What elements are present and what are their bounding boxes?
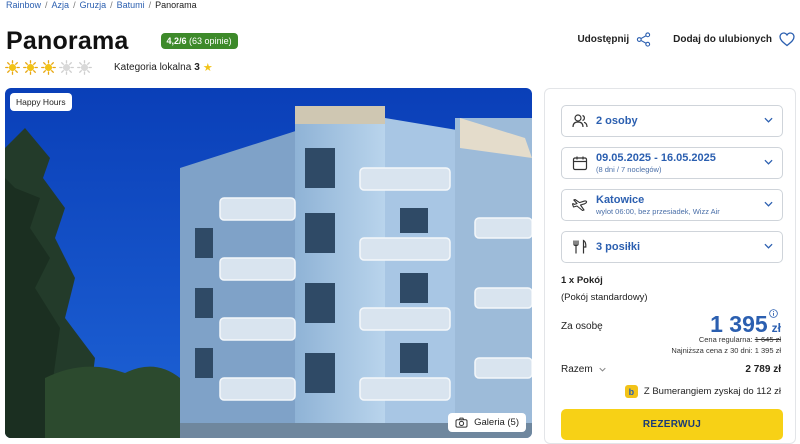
rating-count: (63 opinie): [189, 36, 232, 46]
breadcrumb-link-batumi[interactable]: Batumi: [117, 0, 145, 10]
heart-icon: [779, 32, 795, 47]
price-per-person: 1 395 zł: [710, 311, 781, 338]
booking-panel: 2 osoby 09.05.2025 - 16.05.2025 (8 dni /…: [544, 88, 796, 444]
dates-select[interactable]: 09.05.2025 - 16.05.2025 (8 dni / 7 nocle…: [561, 147, 783, 179]
sun-icon-filled: [41, 60, 56, 75]
breadcrumb: Rainbow / Azja / Gruzja / Batumi / Panorama: [6, 0, 197, 10]
persons-select[interactable]: 2 osoby: [561, 105, 783, 137]
chevron-down-icon: [764, 117, 773, 123]
share-icon: [636, 32, 651, 47]
meals-value: 3 posiłki: [596, 241, 641, 253]
regular-price: Cena regularna: 1 645 zł: [699, 335, 781, 344]
total-price: 2 789 zł: [745, 364, 781, 375]
price-currency: zł: [771, 321, 781, 335]
breadcrumb-link-gruzja[interactable]: Gruzja: [80, 0, 107, 10]
dates-value: 09.05.2025 - 16.05.2025: [596, 152, 716, 164]
breadcrumb-separator: /: [148, 0, 152, 10]
breadcrumb-current: Panorama: [155, 0, 197, 10]
room-type: (Pokój standardowy): [561, 292, 648, 303]
title-row: Panorama 4,2/6 (63 opinie): [6, 24, 238, 58]
sun-icon-empty: [59, 60, 74, 75]
category-value: 3: [194, 62, 200, 73]
cutlery-icon: [573, 239, 587, 254]
persons-icon: [572, 114, 588, 128]
flight-details: wylot 06:00, bez przesiadek, Wizz Air: [596, 207, 720, 216]
hotel-photo[interactable]: Happy Hours Galeria (5): [5, 88, 532, 438]
breadcrumb-separator: /: [110, 0, 113, 10]
header-actions: Udostępnij Dodaj do ulubionych: [577, 32, 795, 47]
total-label: Razem: [561, 364, 593, 375]
share-button[interactable]: Udostępnij: [577, 32, 651, 47]
dates-duration: (8 dni / 7 noclegów): [596, 165, 662, 174]
local-category: Kategoria lokalna 3 ★: [114, 60, 213, 75]
rating-badge[interactable]: 4,2/6 (63 opinie): [160, 33, 238, 49]
calendar-icon: [572, 156, 588, 171]
reserve-button[interactable]: REZERWUJ: [561, 409, 783, 440]
gallery-button[interactable]: Galeria (5): [448, 413, 526, 432]
room-count: 1 x Pokój: [561, 275, 603, 286]
sun-icon-filled: [5, 60, 20, 75]
breadcrumb-link-azja[interactable]: Azja: [52, 0, 70, 10]
chevron-down-icon: [764, 243, 773, 249]
regular-price-value: 1 645 zł: [754, 335, 781, 344]
chevron-down-icon: [599, 367, 606, 372]
favorite-label: Dodaj do ulubionych: [673, 34, 772, 45]
persons-value: 2 osoby: [596, 115, 638, 127]
bumerang-promo[interactable]: b Z Bumerangiem zyskaj do 112 zł: [624, 385, 781, 398]
breadcrumb-separator: /: [45, 0, 48, 10]
sun-icon-filled: [23, 60, 38, 75]
total-toggle[interactable]: Razem: [561, 364, 606, 375]
rating-score: 4,2/6: [166, 36, 187, 46]
chevron-down-icon: [764, 159, 773, 165]
gallery-label: Galeria (5): [474, 417, 519, 428]
breadcrumb-link-rainbow[interactable]: Rainbow: [6, 0, 41, 10]
bumerang-text: Z Bumerangiem zyskaj do 112 zł: [643, 386, 781, 397]
star-icon: ★: [202, 62, 213, 74]
regular-price-label: Cena regularna:: [698, 335, 753, 344]
airplane-icon: [572, 198, 588, 212]
page-title: Panorama: [6, 26, 129, 55]
chevron-down-icon: [764, 201, 773, 207]
departure-select[interactable]: Katowice wylot 06:00, bez przesiadek, Wi…: [561, 189, 783, 221]
sun-rating: [5, 60, 92, 75]
bumerang-logo-icon: b: [624, 385, 638, 398]
departure-value: Katowice: [596, 194, 645, 206]
per-person-label: Za osobę: [561, 321, 603, 332]
price-value: 1 395: [710, 311, 768, 337]
breadcrumb-separator: /: [73, 0, 76, 10]
favorite-button[interactable]: Dodaj do ulubionych: [673, 32, 795, 47]
happy-hours-badge: Happy Hours: [10, 93, 72, 111]
camera-icon: [455, 417, 468, 428]
category-label: Kategoria lokalna: [114, 62, 192, 73]
sun-icon-empty: [77, 60, 92, 75]
meals-select[interactable]: 3 posiłki: [561, 231, 783, 263]
hotel-building-image: [5, 88, 532, 438]
share-label: Udostępnij: [577, 34, 630, 45]
lowest-price-30-days: Najniższa cena z 30 dni: 1 395 zł: [671, 346, 781, 355]
